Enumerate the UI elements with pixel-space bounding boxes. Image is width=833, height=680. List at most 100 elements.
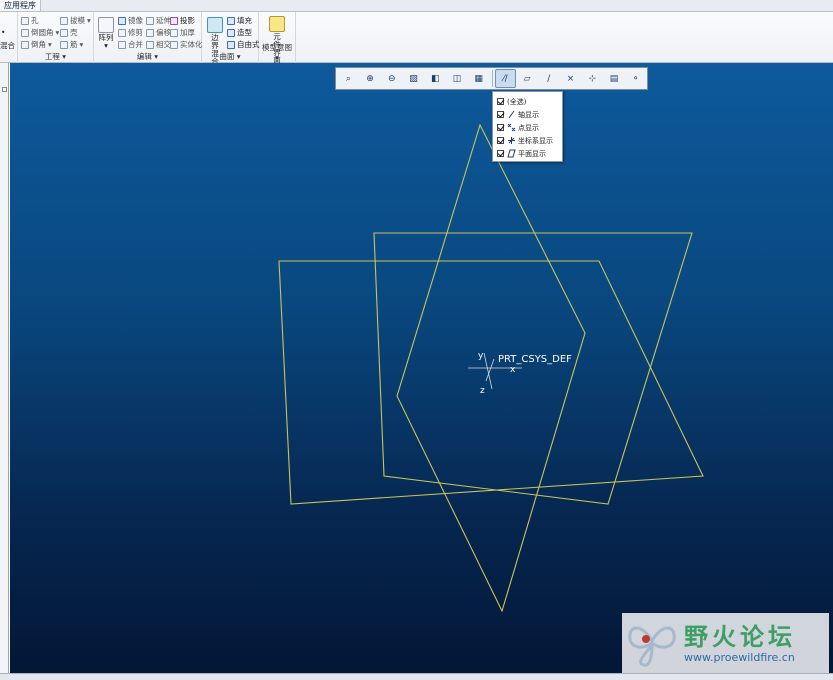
- zoom-in-button[interactable]: ⊕: [360, 69, 381, 88]
- offset-button[interactable]: 偏移: [146, 27, 171, 38]
- dropdown-item-plane-display[interactable]: 平面显示: [493, 147, 562, 160]
- draft-icon: [60, 16, 68, 25]
- ribbon: • 混合 孔 倒圆角 ▾ 倒角 ▾ 拔模 ▾ 壳 筋 ▾ 工程 ▾ 阵列 ▾ 镜像 修剪 …: [0, 12, 833, 66]
- draft-button[interactable]: 拔模 ▾: [60, 15, 91, 26]
- cube-icon: ◧: [430, 73, 440, 84]
- repaint-button[interactable]: ▨: [403, 69, 424, 88]
- pattern-icon: [98, 17, 114, 33]
- checkbox-icon[interactable]: [497, 98, 504, 105]
- mirror-icon: [118, 16, 126, 25]
- display-style-button[interactable]: ▦: [468, 69, 489, 88]
- datum-plane-a[interactable]: [278, 260, 704, 505]
- point-icon: ×: [566, 73, 575, 84]
- ribbon-left-item-1[interactable]: •: [1, 27, 5, 38]
- csys-name-label: PRT_CSYS_DEF: [498, 354, 572, 365]
- panel-toggle-icon[interactable]: [2, 87, 7, 92]
- plane-display-button[interactable]: ▱: [517, 69, 538, 88]
- chamfer-icon: [21, 40, 29, 49]
- checkbox-icon[interactable]: [497, 124, 504, 131]
- zoom-out-button[interactable]: ⊖: [381, 69, 402, 88]
- tab-applications[interactable]: 应用程序: [0, 0, 41, 12]
- checkbox-icon[interactable]: [497, 150, 504, 157]
- zoom-fit-icon: ⌕: [345, 73, 351, 84]
- round-button[interactable]: 倒圆角 ▾: [21, 27, 59, 38]
- named-views-button[interactable]: ◫: [447, 69, 468, 88]
- round-icon: [21, 28, 29, 37]
- rib-button[interactable]: 筋 ▾: [60, 39, 83, 50]
- group-label-model-intent[interactable]: 模型意图 ▾: [259, 42, 295, 62]
- group-label-surface[interactable]: 曲面 ▾: [202, 51, 258, 62]
- annotation-icon: ▤: [609, 73, 619, 84]
- mirror-button[interactable]: 镜像: [118, 15, 143, 26]
- csys-display-button[interactable]: ⊹: [582, 69, 603, 88]
- datum-display-dropdown: (全选) 轴显示 点显示 坐标系显示 平面显示: [492, 91, 563, 162]
- checkbox-icon[interactable]: [497, 137, 504, 144]
- dropdown-item-axis-display[interactable]: 轴显示: [493, 108, 562, 121]
- style-button[interactable]: 造型: [227, 27, 252, 38]
- ribbon-left-item-blend[interactable]: 混合: [0, 40, 15, 51]
- csys-icon: ⊹: [588, 73, 597, 84]
- datum-display-filter-button[interactable]: ⁄∕: [495, 69, 516, 88]
- project-icon: [170, 16, 178, 25]
- axis-display-button[interactable]: ∕: [538, 69, 559, 88]
- group-label-editing[interactable]: 编辑 ▾: [94, 51, 201, 62]
- plane-icon: ▱: [523, 73, 531, 84]
- merge-button[interactable]: 合并: [118, 39, 143, 50]
- project-button[interactable]: 投影: [170, 15, 195, 26]
- component-interface-icon: [269, 16, 285, 32]
- model-tree-panel-collapsed[interactable]: [0, 63, 9, 673]
- spin-center-icon: ⚬: [631, 73, 640, 84]
- datum-filter-icon: ⁄∕: [503, 73, 508, 84]
- style-icon: [227, 28, 235, 37]
- axis-display-icon: [508, 110, 515, 119]
- ribbon-group-editing: 阵列 ▾ 镜像 修剪 合并 延伸 偏移 相交 投影 加厚 实体化 编辑 ▾: [94, 12, 203, 63]
- ribbon-group-model-intent: 元件界面 模型意图 ▾: [259, 12, 296, 65]
- solidify-button[interactable]: 实体化: [170, 39, 203, 50]
- dropdown-item-point-display[interactable]: 点显示: [493, 121, 562, 134]
- intersect-button[interactable]: 相交: [146, 39, 171, 50]
- shell-icon: [60, 28, 68, 37]
- thicken-button[interactable]: 加厚: [170, 27, 195, 38]
- point-display-button[interactable]: ×: [560, 69, 581, 88]
- zoom-in-icon: ⊕: [366, 73, 374, 84]
- checkbox-icon[interactable]: [497, 111, 504, 118]
- graphics-toolbar: ⌕ ⊕ ⊖ ▨ ◧ ◫ ▦ ⁄∕ ▱ ∕ × ⊹ ▤ ⚬: [335, 67, 648, 90]
- trim-icon: [118, 28, 126, 37]
- trim-button[interactable]: 修剪: [118, 27, 143, 38]
- saved-orientations-button[interactable]: ◧: [425, 69, 446, 88]
- merge-icon: [118, 40, 126, 49]
- csys-z-axis: [485, 358, 495, 382]
- offset-icon: [146, 28, 154, 37]
- zoom-out-icon: ⊖: [388, 73, 396, 84]
- ribbon-tab-strip: 应用程序: [0, 0, 833, 12]
- repaint-icon: ▨: [409, 73, 418, 84]
- status-bar: [0, 673, 833, 680]
- hole-button[interactable]: 孔: [21, 15, 39, 26]
- datum-plane-b[interactable]: [373, 232, 693, 505]
- axis-icon: ∕: [547, 73, 551, 84]
- solidify-icon: [170, 40, 178, 49]
- boundary-blend-icon: [207, 17, 223, 33]
- extend-icon: [146, 16, 154, 25]
- shell-button[interactable]: 壳: [60, 27, 78, 38]
- ribbon-group-surface: 边界混合 填充 造型 自由式 曲面 ▾: [202, 12, 260, 66]
- annotation-display-button[interactable]: ▤: [604, 69, 625, 88]
- extend-button[interactable]: 延伸: [146, 15, 171, 26]
- dropdown-item-csys-display[interactable]: 坐标系显示: [493, 134, 562, 147]
- rib-icon: [60, 40, 68, 49]
- graphics-viewport[interactable]: PRT_CSYS_DEF x y z: [10, 63, 833, 673]
- zoom-fit-button[interactable]: ⌕: [338, 69, 359, 88]
- pattern-button[interactable]: 阵列 ▾: [97, 17, 115, 50]
- toolbar-separator: [492, 70, 494, 87]
- spin-center-button[interactable]: ⚬: [625, 69, 646, 88]
- fill-button[interactable]: 填充: [227, 15, 252, 26]
- forum-watermark: 野火论坛 www.proewildfire.cn: [622, 613, 829, 673]
- dropdown-item-select-all[interactable]: (全选): [493, 95, 562, 108]
- view-manager-icon: ◫: [452, 73, 462, 84]
- chamfer-button[interactable]: 倒角 ▾: [21, 39, 52, 50]
- group-label-engineering[interactable]: 工程 ▾: [18, 51, 93, 62]
- hole-icon: [21, 16, 29, 25]
- freestyle-button[interactable]: 自由式: [227, 39, 260, 50]
- csys-y-axis: [483, 352, 493, 390]
- ribbon-group-shapes-partial: • 混合: [0, 12, 18, 63]
